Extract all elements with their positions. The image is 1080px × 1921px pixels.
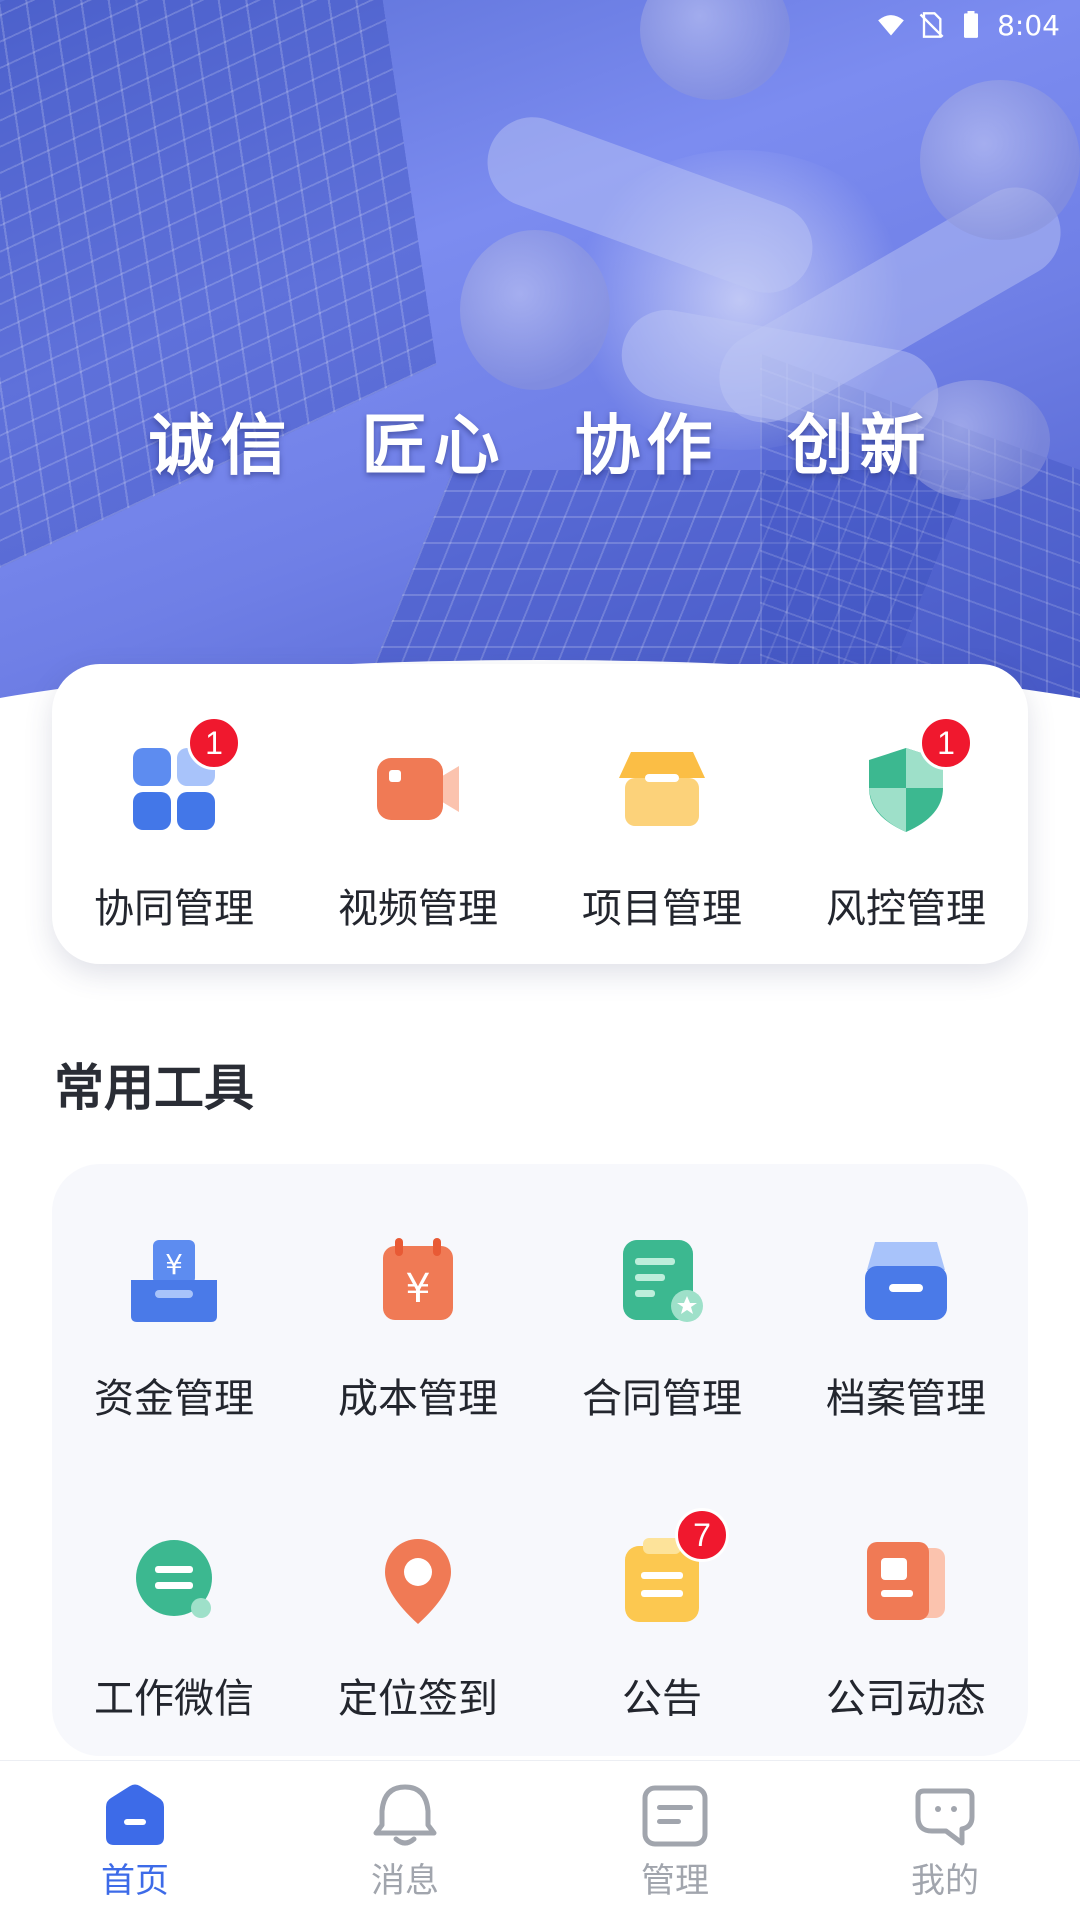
battery-icon [964,11,979,38]
tools-panel: ¥ 资金管理 ¥ 成本管理 合同管理 档案管理 工作微信 定位签到 7 公告 公… [52,1164,1028,1756]
module-label: 视频管理 [338,886,498,932]
tool-label: 资金管理 [94,1376,254,1422]
bell-icon [370,1783,440,1849]
management-card-icon [640,1783,710,1849]
contract-document-icon [617,1236,707,1326]
nav-label: 我的 [911,1861,979,1901]
status-time: 8:04 [997,8,1060,42]
status-bar: 8:04 [840,0,1080,50]
notification-badge: 1 [919,716,973,770]
module-label: 项目管理 [582,886,742,932]
tool-notice[interactable]: 7 公告 [540,1508,784,1724]
no-sim-icon [919,12,944,38]
section-title: 常用工具 [54,1059,254,1117]
profile-icon [910,1783,980,1849]
tool-work-wechat[interactable]: 工作微信 [52,1536,296,1724]
module-collaboration[interactable]: 1 协同管理 [52,664,296,964]
bottom-nav: 首页 消息 管理 我的 [0,1760,1080,1921]
module-label: 风控管理 [826,886,986,932]
nav-home[interactable]: 首页 [0,1761,270,1921]
company-news-icon [861,1536,951,1626]
funds-yen-tray-icon: ¥ [129,1236,219,1326]
notification-badge: 7 [675,1508,729,1562]
tool-check-in[interactable]: 定位签到 [296,1536,540,1724]
tool-label: 档案管理 [826,1376,986,1422]
tool-label: 工作微信 [94,1676,254,1722]
nav-messages[interactable]: 消息 [270,1761,540,1921]
chat-bubble-icon [129,1536,219,1626]
hero-banner[interactable]: 诚信 匠心 协作 创新 [0,0,1080,730]
store-icon [617,744,707,834]
svg-text:¥: ¥ [165,1248,183,1281]
tool-label: 合同管理 [582,1376,742,1422]
tool-contract[interactable]: 合同管理 [540,1236,784,1424]
tool-cost[interactable]: ¥ 成本管理 [296,1236,540,1424]
archive-box-icon [861,1236,951,1326]
location-pin-icon [373,1536,463,1626]
person-decoration [460,230,610,390]
notification-badge: 1 [187,716,241,770]
module-risk[interactable]: 1 风控管理 [784,664,1028,964]
tool-label: 公司动态 [826,1676,986,1722]
tool-label: 定位签到 [338,1676,498,1722]
person-decoration [640,0,790,100]
person-decoration [920,80,1080,240]
tool-company-news[interactable]: 公司动态 [784,1536,1028,1724]
nav-label: 首页 [101,1861,169,1901]
nav-label: 消息 [371,1861,439,1901]
notice-clipboard-icon: 7 [617,1508,729,1626]
shield-icon: 1 [861,716,973,834]
home-icon [100,1783,170,1849]
svg-text:¥: ¥ [405,1266,430,1312]
banner-slogan: 诚信 匠心 协作 创新 [148,407,932,484]
nav-management[interactable]: 管理 [540,1761,810,1921]
tool-label: 成本管理 [338,1376,498,1422]
tool-archive[interactable]: 档案管理 [784,1236,1028,1424]
nav-label: 管理 [641,1861,709,1901]
tool-label: 公告 [622,1676,702,1722]
building-decoration [0,0,437,605]
apps-grid-icon: 1 [129,716,241,834]
module-project[interactable]: 项目管理 [540,664,784,964]
main-modules-card: 1 协同管理 视频管理 项目管理 1 风控管理 [52,664,1028,964]
nav-profile[interactable]: 我的 [810,1761,1080,1921]
video-camera-icon [373,744,463,834]
module-label: 协同管理 [94,886,254,932]
tool-funds[interactable]: ¥ 资金管理 [52,1236,296,1424]
wifi-icon [878,15,904,36]
module-video[interactable]: 视频管理 [296,664,540,964]
cost-yen-calendar-icon: ¥ [373,1236,463,1326]
